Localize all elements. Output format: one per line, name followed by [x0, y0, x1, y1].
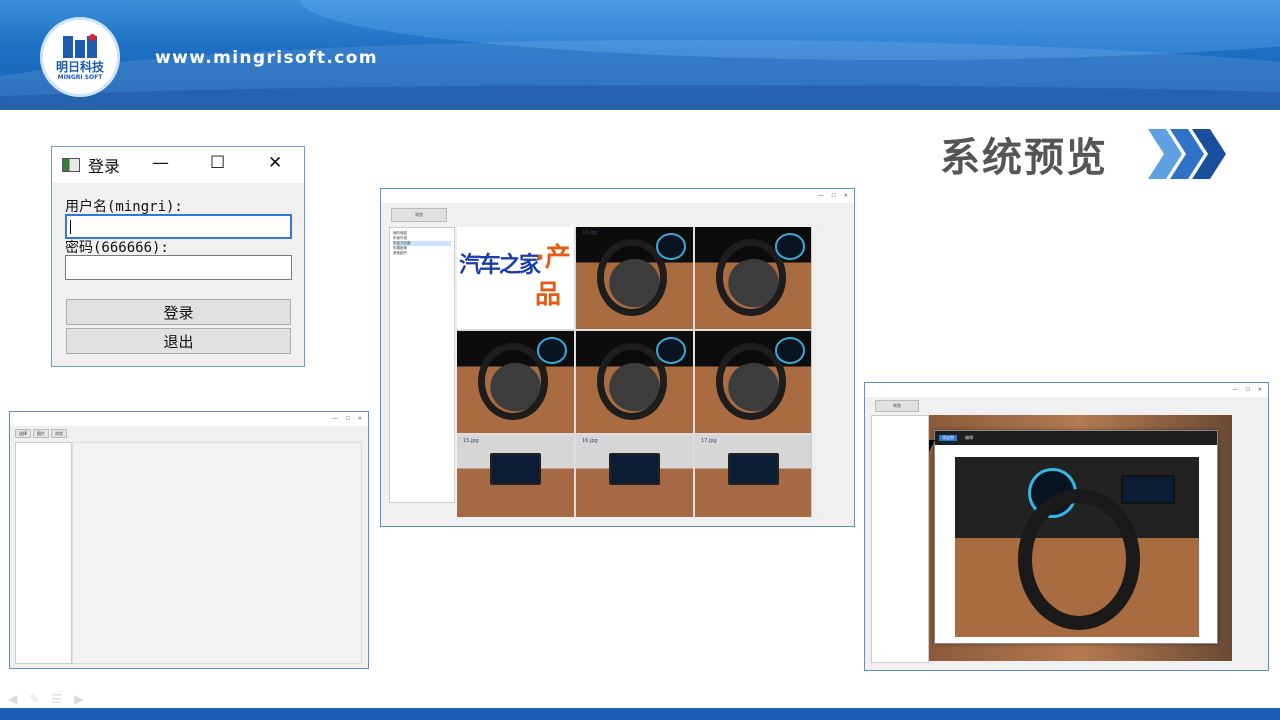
slide: 明日科技 MINGRI SOFT www.mingrisoft.com 系统预览…	[0, 0, 1280, 720]
window-titlebar: — ☐ ✕	[865, 383, 1268, 397]
image-content-area	[72, 442, 362, 664]
thumbnail[interactable]: 汽车之家 ·产品	[457, 227, 574, 329]
minimize-icon[interactable]: —	[152, 153, 169, 173]
thumbnail[interactable]: 17.jpg	[695, 435, 811, 517]
text-caret	[70, 220, 71, 234]
maximize-icon[interactable]: ☐	[1245, 387, 1249, 393]
logo-subtitle: MINGRI SOFT	[57, 73, 103, 81]
back-arrow-icon[interactable]: ◀	[8, 692, 17, 706]
close-icon[interactable]: ✕	[268, 153, 282, 173]
app-icon	[62, 158, 80, 172]
username-input[interactable]	[65, 214, 292, 239]
site-url: www.mingrisoft.com	[155, 48, 378, 68]
header-banner: 明日科技 MINGRI SOFT www.mingrisoft.com	[0, 0, 1280, 110]
close-icon[interactable]: ✕	[1258, 387, 1262, 393]
maximize-icon[interactable]: ☐	[345, 416, 349, 422]
add-to-button[interactable]: 添加到	[939, 435, 957, 441]
password-input[interactable]	[65, 255, 292, 280]
empty-main-window: — ☐ ✕ 选择 图片 浏览	[9, 411, 369, 669]
minimize-icon[interactable]: —	[818, 193, 823, 199]
pen-icon[interactable]: ✎	[29, 692, 39, 706]
close-icon[interactable]: ✕	[358, 416, 362, 422]
logo-mark-icon	[61, 33, 99, 60]
exit-button[interactable]: 退出	[66, 328, 291, 354]
username-label: 用户名(mingri):	[65, 199, 183, 215]
close-icon[interactable]: ✕	[844, 193, 848, 199]
ad-text: 汽车之家	[459, 253, 541, 278]
window-titlebar: — ☐ ✕	[381, 189, 854, 203]
footer-bar	[0, 708, 1280, 720]
login-titlebar: 登录 — ☐ ✕	[52, 147, 304, 183]
forward-arrow-icon[interactable]: ▶	[74, 692, 83, 706]
photo-viewer-window: 添加到 编辑	[934, 430, 1218, 644]
edit-button[interactable]: 编辑	[965, 435, 973, 441]
password-label: 密码(666666):	[65, 240, 169, 256]
thumbnail[interactable]: 10.jpg	[576, 227, 693, 329]
folder-tree[interactable]	[871, 415, 929, 663]
thumbnail[interactable]	[695, 331, 811, 433]
chevron-right-icon	[1148, 129, 1226, 179]
thumbnail[interactable]	[576, 331, 693, 433]
logo-name: 明日科技	[55, 59, 104, 74]
thumbnail[interactable]	[457, 331, 574, 433]
window-title: 登录	[88, 157, 121, 176]
section-title: 系统预览	[940, 135, 1108, 181]
viewer-toolbar: 添加到 编辑	[935, 431, 1217, 445]
thumbnail[interactable]: 15.jpg	[457, 435, 574, 517]
thumbnail[interactable]: 16.jpg	[576, 435, 693, 517]
login-window: 登录 — ☐ ✕ 用户名(mingri): 密码(666666): 登录 退出	[51, 146, 305, 367]
company-logo: 明日科技 MINGRI SOFT	[40, 17, 120, 97]
enlarged-photo	[955, 457, 1199, 637]
thumbnail-caption: 15.jpg	[463, 438, 479, 444]
mouse-cursor-icon	[929, 440, 940, 452]
thumbnail[interactable]	[695, 227, 811, 329]
toolbar-button[interactable]: 图片	[33, 429, 49, 438]
slide-tools: ◀ ✎ ☰ ▶	[8, 692, 83, 706]
scrollbar[interactable]	[811, 227, 819, 517]
thumbnail-caption: 10.jpg	[582, 230, 598, 236]
maximize-icon[interactable]: ☐	[210, 153, 225, 173]
browse-button[interactable]: 浏览	[391, 208, 447, 222]
image-browser-window: — ☐ ✕ 浏览 我的电脑 车身外观 中控方向盘 车厢座椅 其他细节 汽车之家 ·产品…	[380, 188, 855, 527]
thumbnail-caption: 17.jpg	[701, 438, 717, 444]
window-titlebar: — ☐ ✕	[10, 412, 368, 426]
folder-tree[interactable]	[15, 442, 72, 664]
folder-tree[interactable]: 我的电脑 车身外观 中控方向盘 车厢座椅 其他细节	[389, 227, 455, 503]
maximize-icon[interactable]: ☐	[831, 193, 835, 199]
tree-item[interactable]: 其他细节	[393, 251, 451, 256]
thumbnail-grid: 汽车之家 ·产品 10.jpg 15.jpg 16.jpg 17.jpg	[457, 227, 811, 517]
ad-text: ·产品	[535, 243, 571, 310]
toolbar-button[interactable]: 选择	[15, 429, 31, 438]
minimize-icon[interactable]: —	[332, 416, 337, 422]
toolbar-button[interactable]: 浏览	[51, 429, 67, 438]
minimize-icon[interactable]: —	[1232, 387, 1237, 393]
toolbar: 选择 图片 浏览	[15, 429, 67, 438]
menu-icon[interactable]: ☰	[51, 692, 62, 706]
login-button[interactable]: 登录	[66, 299, 291, 325]
thumbnail-caption: 16.jpg	[582, 438, 598, 444]
browse-button[interactable]: 浏览	[875, 400, 919, 412]
